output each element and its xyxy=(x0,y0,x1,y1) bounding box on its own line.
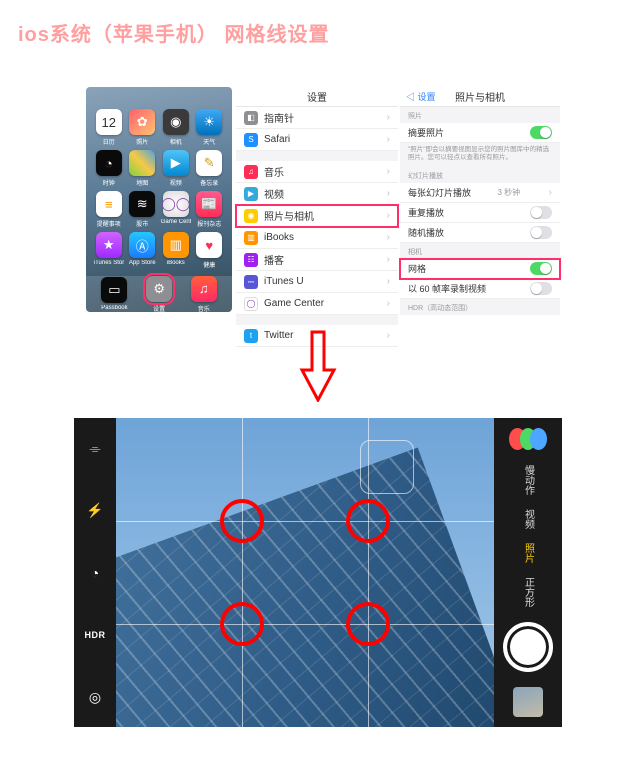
shutter-button[interactable] xyxy=(503,622,553,672)
photo-camera-settings-panel: ◁ 设置 照片与相机 照片 摘要照片 "照片"即会以摘要视图显示您的照片图库中的… xyxy=(400,87,560,312)
section-label-hdr: HDR（高动态范围） xyxy=(400,299,560,315)
settings-row-视频[interactable]: ▶视频› xyxy=(236,183,398,205)
hdr-button[interactable]: HDR xyxy=(74,615,116,655)
app-备忘录[interactable]: ✎备忘录 xyxy=(194,150,226,187)
app-App Store[interactable]: ⒶApp Store xyxy=(127,232,159,269)
app-iTunes Store[interactable]: ★iTunes Store xyxy=(93,232,125,269)
app-股市[interactable]: ≋股市 xyxy=(127,191,159,228)
switch-camera-icon[interactable]: ⌯ xyxy=(74,428,116,468)
live-photo-icon[interactable]: ◎ xyxy=(74,677,116,717)
app-日历[interactable]: 12日历 xyxy=(93,109,125,146)
summary-description: "照片"即会以摘要视图显示您的照片图库中的精选照片。您可以轻点以查看所有照片。 xyxy=(400,143,560,167)
app-视频[interactable]: ▶视频 xyxy=(160,150,192,187)
settings-row-iTunes U[interactable]: ⎓iTunes U› xyxy=(236,271,398,293)
intersection-marker xyxy=(346,499,390,543)
row-shuffle[interactable]: 随机播放 xyxy=(400,223,560,243)
camera-top-controls: ⌯ ⚡ ◔ HDR ◎ xyxy=(74,418,116,727)
iphone-home-screen: 12日历✿照片◉相机☀天气 ◔时钟地图▶视频✎备忘录 ≡提醒事项≋股市◯◯Game … xyxy=(86,87,232,312)
page-title: ios系统（苹果手机） 网格线设置 xyxy=(0,0,640,47)
settings-row-播客[interactable]: ☷播客› xyxy=(236,249,398,271)
app-地图[interactable]: 地图 xyxy=(127,150,159,187)
last-photo-thumbnail[interactable] xyxy=(513,687,543,717)
mode-正方形[interactable]: 正方形 xyxy=(521,577,536,607)
settings-row-iBooks[interactable]: ▥iBooks› xyxy=(236,227,398,249)
settings-row-Safari[interactable]: SSafari› xyxy=(236,129,398,151)
app-时钟[interactable]: ◔时钟 xyxy=(93,150,125,187)
dock-app-设置[interactable]: ⚙设置 xyxy=(146,276,172,313)
row-60fps[interactable]: 以 60 帧率录制视频 xyxy=(400,279,560,299)
toggle-summary[interactable] xyxy=(530,126,552,139)
back-button[interactable]: ◁ 设置 xyxy=(406,90,436,103)
camera-app: ⌯ ⚡ ◔ HDR ◎ 慢动作视频照片正方形 xyxy=(74,418,562,727)
app-提醒事项[interactable]: ≡提醒事项 xyxy=(93,191,125,228)
intersection-marker xyxy=(346,602,390,646)
camera-side-controls: 慢动作视频照片正方形 xyxy=(494,418,562,727)
section-label-slideshow: 幻灯片播放 xyxy=(400,167,560,183)
camera-modes[interactable]: 慢动作视频照片正方形 xyxy=(521,465,536,607)
row-summary-photos[interactable]: 摘要照片 xyxy=(400,123,560,143)
toggle-grid[interactable] xyxy=(530,262,552,275)
timer-icon[interactable]: ◔ xyxy=(74,553,116,593)
filters-icon[interactable] xyxy=(512,428,544,450)
app-健康[interactable]: ♥健康 xyxy=(194,232,226,269)
app-天气[interactable]: ☀天气 xyxy=(194,109,226,146)
app-Game Center[interactable]: ◯◯Game Center xyxy=(160,191,192,228)
panel-header: ◁ 设置 照片与相机 xyxy=(400,87,560,107)
toggle-shuffle[interactable] xyxy=(530,226,552,239)
section-gap xyxy=(236,151,398,161)
settings-root-panel: 设置 ◧指南针›SSafari› ♫音乐›▶视频›◉照片与相机›▥iBooks›… xyxy=(236,87,398,312)
mode-视频[interactable]: 视频 xyxy=(521,509,536,529)
section-label-photos: 照片 xyxy=(400,107,560,123)
panel-title: 照片与相机 xyxy=(455,89,505,104)
toggle-60fps[interactable] xyxy=(530,282,552,295)
section-gap xyxy=(236,315,398,325)
settings-row-Game Center[interactable]: ◯Game Center› xyxy=(236,293,398,315)
toggle-repeat[interactable] xyxy=(530,206,552,219)
intersection-marker xyxy=(220,602,264,646)
dock-app-Passbook[interactable]: ▭Passbook xyxy=(101,277,127,311)
viewfinder[interactable] xyxy=(116,418,494,727)
mode-照片[interactable]: 照片 xyxy=(521,543,536,563)
settings-row-照片与相机[interactable]: ◉照片与相机› xyxy=(236,205,398,227)
row-duration[interactable]: 每张幻灯片播放 3 秒钟› xyxy=(400,183,560,203)
settings-row-音乐[interactable]: ♫音乐› xyxy=(236,161,398,183)
app-相机[interactable]: ◉相机 xyxy=(160,109,192,146)
mode-慢动作[interactable]: 慢动作 xyxy=(521,465,536,495)
settings-header: 设置 xyxy=(236,87,398,107)
app-照片[interactable]: ✿照片 xyxy=(127,109,159,146)
section-label-camera: 相机 xyxy=(400,243,560,259)
app-报刊杂志[interactable]: 📰报刊杂志 xyxy=(194,191,226,228)
intersection-marker xyxy=(220,499,264,543)
settings-title: 设置 xyxy=(307,89,327,104)
flash-icon[interactable]: ⚡ xyxy=(74,490,116,530)
row-repeat[interactable]: 重复播放 xyxy=(400,203,560,223)
arrow-down-icon xyxy=(298,330,338,402)
row-grid[interactable]: 网格 xyxy=(400,259,560,279)
dock-app-音乐[interactable]: ♫音乐 xyxy=(191,276,217,313)
settings-row-指南针[interactable]: ◧指南针› xyxy=(236,107,398,129)
app-iBooks[interactable]: ▥iBooks xyxy=(160,232,192,269)
